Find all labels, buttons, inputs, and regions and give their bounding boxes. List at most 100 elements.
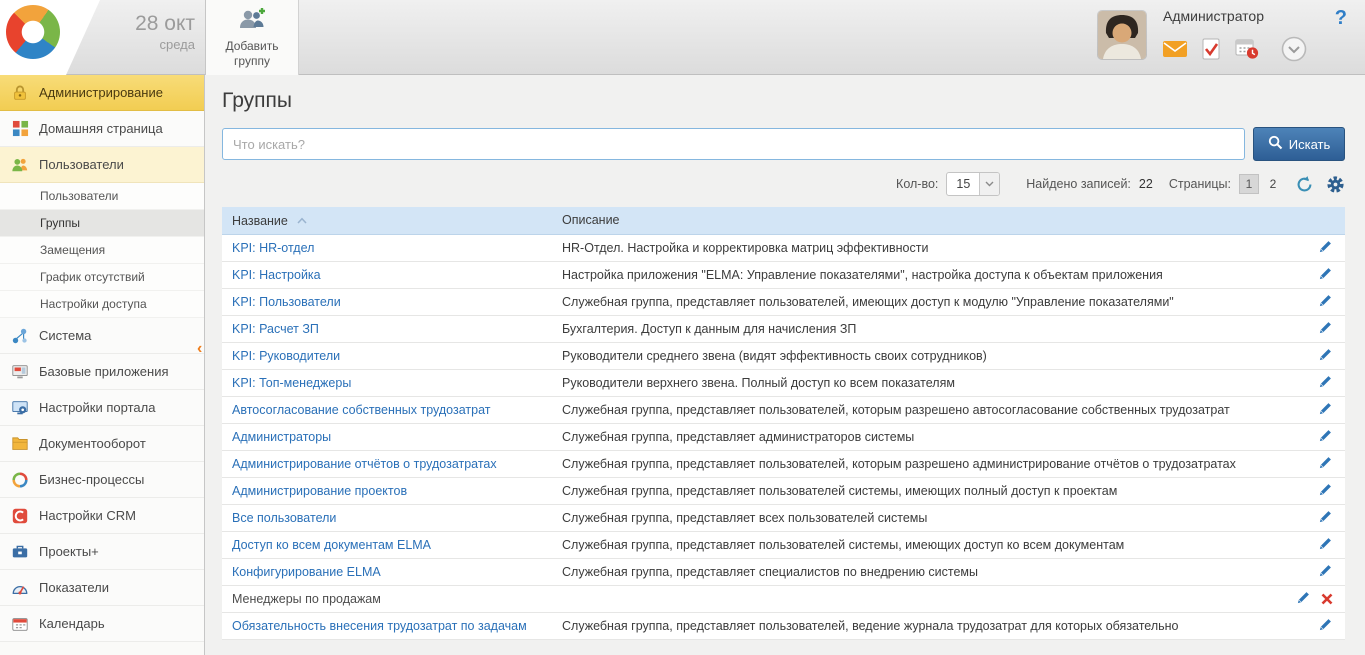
sidebar-item-users[interactable]: Пользователи [0, 147, 204, 183]
sidebar-item-home[interactable]: Домашняя страница [0, 111, 204, 147]
sidebar-item-calendar[interactable]: Календарь [0, 606, 204, 642]
sidebar-subitem[interactable]: Пользователи [0, 183, 204, 210]
group-description: Служебная группа, представляет пользоват… [552, 450, 1286, 477]
sidebar-item-portal[interactable]: Настройки портала [0, 390, 204, 426]
search-icon [1268, 135, 1283, 153]
edit-icon[interactable] [1318, 320, 1333, 335]
group-name-link[interactable]: KPI: Пользователи [232, 295, 341, 309]
sidebar-item-kpi[interactable]: Показатели [0, 570, 204, 606]
chevron-down-circle-icon[interactable] [1281, 36, 1307, 62]
group-name-link[interactable]: Автосогласование собственных трудозатрат [232, 403, 490, 417]
date-day: 28 окт [88, 12, 195, 36]
table-row: KPI: ПользователиСлужебная группа, предс… [222, 288, 1345, 315]
edit-icon[interactable] [1318, 482, 1333, 497]
edit-icon[interactable] [1318, 266, 1333, 281]
group-name-link[interactable]: Конфигурирование ELMA [232, 565, 381, 579]
system-icon [10, 326, 30, 346]
add-group-icon [238, 7, 266, 36]
sidebar-item-bpm[interactable]: Бизнес-процессы [0, 462, 204, 498]
table-row: KPI: Расчет ЗПБухгалтерия. Доступ к данн… [222, 315, 1345, 342]
refresh-icon[interactable] [1295, 175, 1314, 194]
mail-icon[interactable] [1163, 40, 1187, 58]
group-description: Служебная группа, представляет пользоват… [552, 531, 1286, 558]
group-name-link[interactable]: Администрирование отчётов о трудозатрата… [232, 457, 497, 471]
sidebar-collapse-handle[interactable]: ‹ [197, 342, 202, 356]
edit-icon[interactable] [1318, 293, 1333, 308]
edit-icon[interactable] [1318, 374, 1333, 389]
page-button-2[interactable]: 2 [1263, 174, 1283, 194]
sidebar-item-crm[interactable]: Настройки CRM [0, 498, 204, 534]
column-name[interactable]: Название [222, 207, 552, 234]
table-row: Администрирование отчётов о трудозатрата… [222, 450, 1345, 477]
group-name-link[interactable]: Все пользователи [232, 511, 336, 525]
table-row: KPI: Настройка Настройка приложения "ELMA… [222, 261, 1345, 288]
edit-icon[interactable] [1318, 563, 1333, 578]
add-group-button[interactable]: Добавить группу [205, 0, 299, 75]
page-title: Группы [222, 89, 1345, 113]
sidebar-item-label: Проекты+ [39, 544, 99, 559]
sidebar-subitem[interactable]: Замещения [0, 237, 204, 264]
count-select[interactable]: 15 [946, 172, 1000, 196]
sidebar-item-lock[interactable]: Администрирование [0, 75, 204, 111]
user-avatar[interactable] [1098, 11, 1146, 59]
page-button-1[interactable]: 1 [1239, 174, 1259, 194]
delete-icon[interactable] [1321, 593, 1333, 605]
edit-icon[interactable] [1318, 401, 1333, 416]
table-row: Автосогласование собственных трудозатрат… [222, 396, 1345, 423]
edit-icon[interactable] [1318, 536, 1333, 551]
group-description: Служебная группа, представляет пользоват… [552, 396, 1286, 423]
help-button[interactable]: ? [1335, 7, 1347, 30]
sidebar-subitem[interactable]: График отсутствий [0, 264, 204, 291]
sidebar-item-label: Бизнес-процессы [39, 472, 144, 487]
group-name-link[interactable]: KPI: Руководители [232, 349, 340, 363]
sidebar-item-docs[interactable]: Документооборот [0, 426, 204, 462]
table-header-row: Название Описание [222, 207, 1345, 234]
count-label: Кол-во: [896, 177, 938, 191]
groups-table: Название Описание KPI: HR-отделHR-Отдел.… [222, 207, 1345, 640]
sidebar-item-projects[interactable]: Проекты+ [0, 534, 204, 570]
apps-icon [10, 362, 30, 382]
sidebar-item-system[interactable]: Система [0, 318, 204, 354]
edit-icon[interactable] [1318, 509, 1333, 524]
found-label: Найдено записей: [1026, 177, 1131, 191]
date-block: 28 окт среда [88, 12, 195, 53]
pages-label: Страницы: [1169, 177, 1231, 191]
search-input[interactable] [222, 128, 1245, 160]
group-name-link[interactable]: Администрирование проектов [232, 484, 407, 498]
edit-icon[interactable] [1296, 590, 1311, 605]
sidebar-item-label: Администрирование [39, 85, 163, 100]
sidebar-subitem[interactable]: Группы [0, 210, 204, 237]
group-name-link[interactable]: KPI: Расчет ЗП [232, 322, 319, 336]
sidebar-item-label: Документооборот [39, 436, 146, 451]
group-name-link[interactable]: Доступ ко всем документам ELMA [232, 538, 431, 552]
group-name-link[interactable]: Менеджеры по продажам [232, 592, 381, 606]
calendar-clock-icon[interactable] [1235, 38, 1259, 60]
header-icons [1163, 36, 1307, 62]
kpi-icon [10, 578, 30, 598]
home-icon [10, 119, 30, 139]
table-row: Обязательность внесения трудозатрат по з… [222, 612, 1345, 639]
column-actions [1286, 207, 1345, 234]
edit-icon[interactable] [1318, 428, 1333, 443]
bpm-icon [10, 470, 30, 490]
sidebar: Администрирование Домашняя страница Пользо… [0, 75, 205, 655]
group-name-link[interactable]: Обязательность внесения трудозатрат по з… [232, 619, 527, 633]
sidebar-item-apps[interactable]: Базовые приложения [0, 354, 204, 390]
group-name-link[interactable]: KPI: HR-отдел [232, 241, 314, 255]
edit-icon[interactable] [1318, 347, 1333, 362]
sidebar-subitem[interactable]: Настройки доступа [0, 291, 204, 318]
elma-logo[interactable] [6, 5, 60, 59]
group-name-link[interactable]: KPI: Настройка [232, 268, 321, 282]
group-description: Настройка приложения "ELMA: Управление п… [552, 261, 1286, 288]
column-description[interactable]: Описание [552, 207, 1286, 234]
group-name-link[interactable]: KPI: Топ-менеджеры [232, 376, 351, 390]
sidebar-item-label: Домашняя страница [39, 121, 163, 136]
edit-icon[interactable] [1318, 617, 1333, 632]
search-button[interactable]: Искать [1253, 127, 1345, 161]
group-name-link[interactable]: Администраторы [232, 430, 331, 444]
settings-gear-icon[interactable] [1326, 175, 1345, 194]
table-row: Все пользователиСлужебная группа, предст… [222, 504, 1345, 531]
edit-icon[interactable] [1318, 455, 1333, 470]
edit-icon[interactable] [1318, 239, 1333, 254]
tasks-icon[interactable] [1201, 38, 1221, 60]
